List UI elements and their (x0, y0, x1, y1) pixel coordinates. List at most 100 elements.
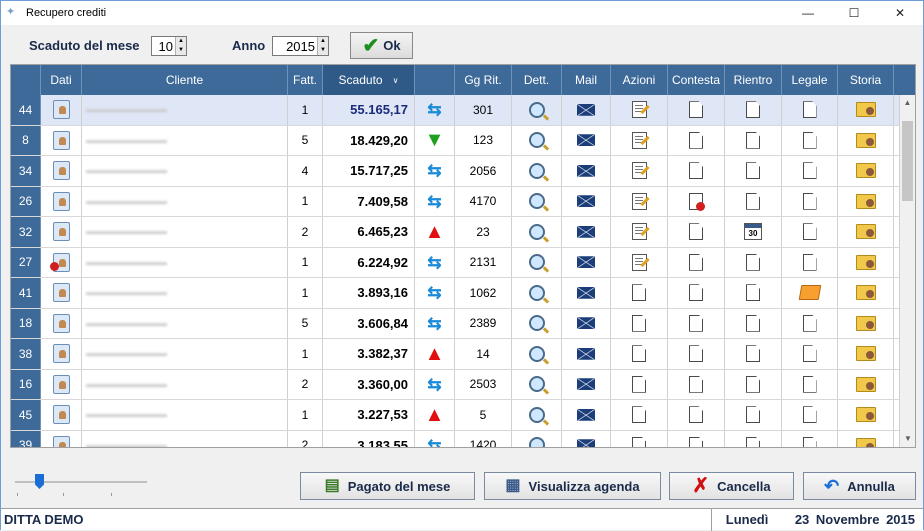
cell-legale[interactable] (782, 369, 838, 399)
cell-cliente[interactable]: ▬▬▬▬▬▬▬▬▬ (82, 247, 288, 277)
document-icon[interactable] (689, 314, 703, 332)
scroll-down-icon[interactable]: ▼ (900, 431, 915, 447)
magnifier-icon[interactable] (528, 254, 545, 271)
row-number[interactable]: 41 (11, 278, 41, 308)
cell-storia[interactable] (838, 339, 894, 369)
document-icon[interactable] (746, 284, 760, 302)
header-contesta[interactable]: Contesta (668, 65, 725, 95)
cell-dati[interactable] (41, 278, 82, 308)
cell-cliente[interactable]: ▬▬▬▬▬▬▬▬▬ (82, 430, 288, 447)
folder-user-icon[interactable] (855, 163, 876, 179)
cell-dati[interactable] (41, 156, 82, 186)
table-row[interactable]: 45 ▬▬▬▬▬▬▬▬▬ 1 3.227,53 ▲ 5 (11, 400, 901, 431)
cell-mail[interactable] (562, 430, 611, 447)
folder-user-icon[interactable] (855, 193, 876, 209)
cell-dati[interactable] (41, 125, 82, 155)
cell-mail[interactable] (562, 217, 611, 247)
row-number[interactable]: 27 (11, 247, 41, 277)
cell-contesta[interactable] (668, 247, 725, 277)
document-icon[interactable] (746, 436, 760, 447)
header-rientro[interactable]: Rientro (725, 65, 782, 95)
cell-azioni[interactable] (611, 186, 668, 216)
row-number[interactable]: 45 (11, 400, 41, 430)
header-fatt[interactable]: Fatt. (288, 65, 323, 95)
spin-down-icon[interactable]: ▼ (318, 46, 328, 55)
cell-mail[interactable] (562, 247, 611, 277)
folder-user-icon[interactable] (855, 346, 876, 362)
client-card-icon[interactable] (52, 191, 70, 211)
cell-dati[interactable] (41, 247, 82, 277)
cell-azioni[interactable] (611, 308, 668, 338)
ok-button[interactable]: ✔ Ok (350, 32, 413, 59)
cell-storia[interactable] (838, 95, 894, 125)
cell-azioni[interactable] (611, 339, 668, 369)
folder-user-icon[interactable] (855, 407, 876, 423)
cell-dett[interactable] (512, 186, 562, 216)
document-icon[interactable] (802, 345, 817, 363)
cell-cliente[interactable]: ▬▬▬▬▬▬▬▬▬ (82, 217, 288, 247)
cell-dett[interactable] (512, 430, 562, 447)
cell-cliente[interactable]: ▬▬▬▬▬▬▬▬▬ (82, 95, 288, 125)
zoom-slider[interactable] (15, 473, 147, 497)
document-icon[interactable] (689, 101, 703, 119)
table-row[interactable]: 39 ▬▬▬▬▬▬▬▬▬ 2 3.183,55 ⇆ 1420 (11, 430, 901, 447)
cell-dett[interactable] (512, 156, 562, 186)
vertical-scrollbar[interactable]: ▲ ▼ (899, 95, 915, 447)
cell-dett[interactable] (512, 308, 562, 338)
folder-user-icon[interactable] (855, 224, 876, 240)
cell-rientro[interactable] (725, 156, 782, 186)
cell-rientro[interactable] (725, 278, 782, 308)
cell-storia[interactable] (838, 430, 894, 447)
edit-note-icon[interactable] (631, 162, 647, 180)
close-button[interactable]: ✕ (877, 1, 923, 25)
document-icon[interactable] (802, 436, 817, 447)
cell-rientro[interactable] (725, 247, 782, 277)
client-card-icon[interactable] (52, 374, 70, 394)
view-agenda-button[interactable]: ▦ Visualizza agenda (484, 472, 661, 500)
cell-storia[interactable] (838, 308, 894, 338)
document-icon[interactable] (632, 314, 646, 332)
header-gg-rit[interactable]: Gg Rit. (455, 65, 512, 95)
mail-icon[interactable] (577, 164, 595, 177)
cell-legale[interactable] (782, 308, 838, 338)
edit-note-icon[interactable] (631, 223, 647, 241)
cell-mail[interactable] (562, 125, 611, 155)
document-icon[interactable] (746, 375, 760, 393)
calendar-icon[interactable]: 30 (744, 223, 762, 241)
magnifier-icon[interactable] (528, 284, 545, 301)
magnifier-icon[interactable] (528, 223, 545, 240)
cell-legale[interactable] (782, 247, 838, 277)
cell-rientro[interactable] (725, 339, 782, 369)
row-number[interactable]: 18 (11, 308, 41, 338)
spin-down-icon[interactable]: ▼ (176, 46, 186, 55)
cell-storia[interactable] (838, 125, 894, 155)
document-icon[interactable] (689, 253, 703, 271)
mail-icon[interactable] (577, 317, 595, 330)
table-row[interactable]: 41 ▬▬▬▬▬▬▬▬▬ 1 3.893,16 ⇆ 1062 (11, 278, 901, 309)
header-mail[interactable]: Mail (562, 65, 611, 95)
row-number[interactable]: 8 (11, 125, 41, 155)
minimize-button[interactable]: — (785, 1, 831, 25)
document-icon[interactable] (689, 131, 703, 149)
cell-azioni[interactable] (611, 95, 668, 125)
cell-rientro[interactable]: 30 (725, 217, 782, 247)
document-icon[interactable] (689, 406, 703, 424)
document-icon[interactable] (746, 101, 760, 119)
document-icon[interactable] (746, 406, 760, 424)
mail-icon[interactable] (577, 256, 595, 269)
document-icon[interactable] (802, 223, 817, 241)
mail-icon[interactable] (577, 195, 595, 208)
cell-cliente[interactable]: ▬▬▬▬▬▬▬▬▬ (82, 278, 288, 308)
header-dati[interactable]: Dati (41, 65, 82, 95)
magnifier-icon[interactable] (528, 101, 545, 118)
month-spinner[interactable]: 10 ▲ ▼ (151, 36, 187, 56)
document-icon[interactable] (802, 375, 817, 393)
slider-thumb[interactable] (35, 474, 44, 489)
cell-legale[interactable] (782, 186, 838, 216)
cell-storia[interactable] (838, 186, 894, 216)
cell-mail[interactable] (562, 95, 611, 125)
cell-storia[interactable] (838, 400, 894, 430)
client-card-icon[interactable] (52, 130, 70, 150)
cell-dati[interactable] (41, 186, 82, 216)
cell-contesta[interactable] (668, 125, 725, 155)
